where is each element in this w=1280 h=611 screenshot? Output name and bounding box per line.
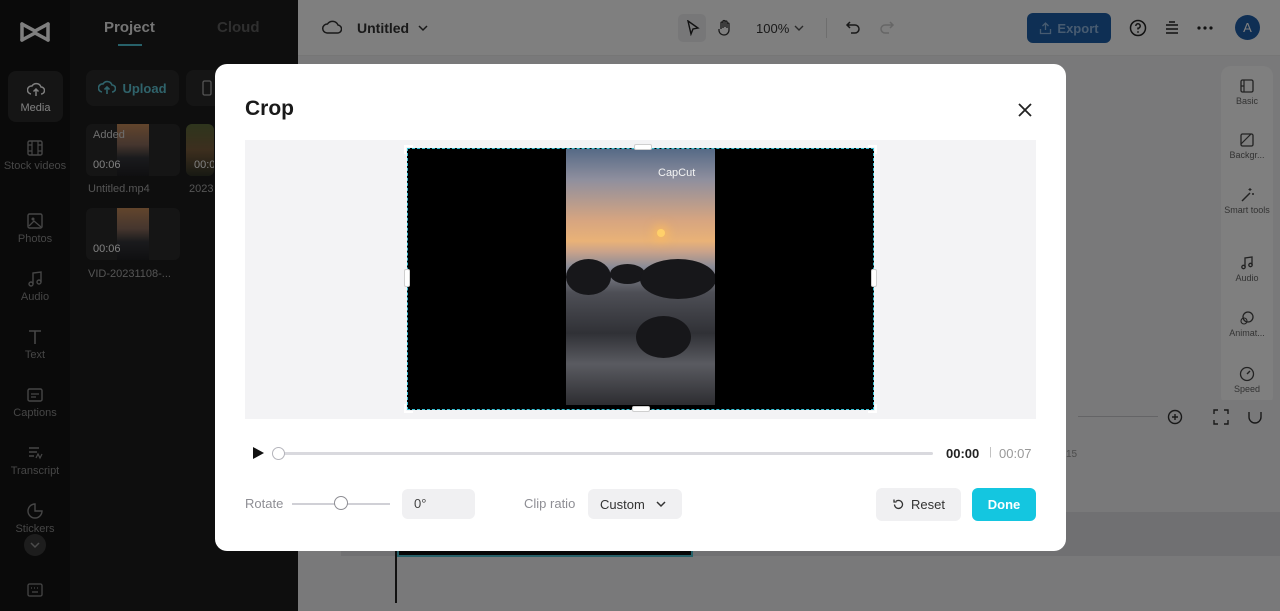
clip-ratio-label: Clip ratio xyxy=(524,496,576,511)
crop-handle-left[interactable] xyxy=(404,269,410,287)
crop-corner-top-left[interactable] xyxy=(404,145,414,155)
crop-corner-bottom-right[interactable] xyxy=(867,403,877,413)
close-icon[interactable] xyxy=(1015,100,1035,120)
reset-button[interactable]: Reset xyxy=(876,488,961,521)
seek-handle[interactable] xyxy=(272,447,285,460)
seek-bar[interactable] xyxy=(277,452,933,455)
crop-handle-top[interactable] xyxy=(634,144,652,150)
rock xyxy=(640,259,715,299)
clip-ratio-value: Custom xyxy=(600,496,645,512)
rotate-slider-handle[interactable] xyxy=(334,496,348,510)
crop-frame[interactable]: CapCut xyxy=(407,148,874,410)
clip-ratio-select[interactable]: Custom xyxy=(588,489,682,519)
current-time: 00:00 xyxy=(946,446,980,461)
dialog-title: Crop xyxy=(245,97,294,120)
rock xyxy=(636,316,691,358)
video-frame: CapCut xyxy=(566,149,715,405)
crop-handle-bottom[interactable] xyxy=(632,406,650,412)
total-time: 00:07 xyxy=(999,446,1032,461)
crop-dialog: Crop CapCut 00:00 | 00:07 Rotate 0° Clip… xyxy=(215,64,1066,551)
crop-corner-top-right[interactable] xyxy=(867,145,877,155)
chevron-down-icon xyxy=(656,501,666,508)
sun xyxy=(657,229,665,237)
done-button[interactable]: Done xyxy=(972,488,1036,521)
watermark: CapCut xyxy=(658,167,696,179)
rock xyxy=(566,259,611,295)
crop-corner-bottom-left[interactable] xyxy=(404,403,414,413)
rotate-label: Rotate xyxy=(245,496,284,511)
reset-label: Reset xyxy=(911,497,945,512)
reset-icon xyxy=(893,499,904,510)
play-icon[interactable] xyxy=(251,446,265,460)
time-separator: | xyxy=(989,446,992,458)
rotate-input[interactable]: 0° xyxy=(402,489,475,519)
crop-handle-right[interactable] xyxy=(871,269,877,287)
